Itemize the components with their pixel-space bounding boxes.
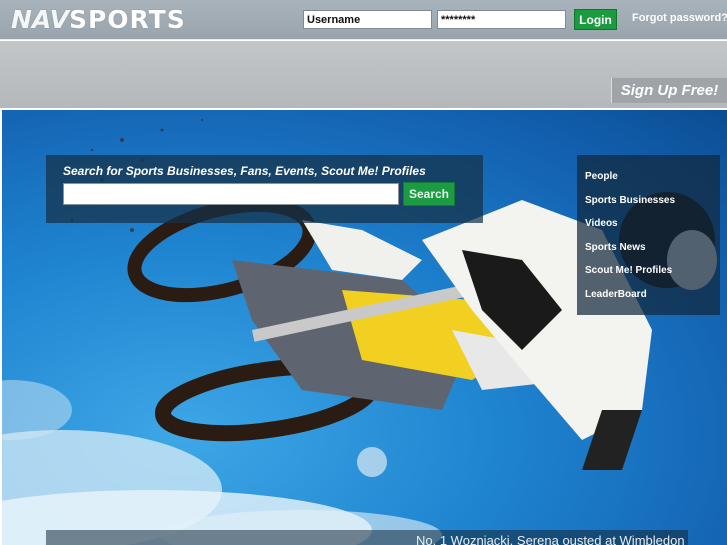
forgot-password-link[interactable]: Forgot password? (632, 12, 727, 24)
logo-sports-text: SPORTS (68, 5, 186, 34)
search-input[interactable] (63, 183, 399, 205)
navsports-logo[interactable]: NAVSPORTS (11, 6, 186, 34)
search-panel: Search for Sports Businesses, Fans, Even… (46, 155, 483, 223)
nav-item-sports-businesses[interactable]: Sports Businesses (577, 195, 720, 219)
ad-banner: Sign Up Free! (0, 41, 727, 108)
search-button[interactable]: Search (403, 182, 455, 206)
news-ticker[interactable]: No. 1 Wozniacki, Serena ousted at Wimble… (46, 530, 688, 545)
category-nav: People Sports Businesses Videos Sports N… (577, 155, 720, 315)
nav-item-people[interactable]: People (577, 171, 720, 195)
ticker-headline[interactable]: No. 1 Wozniacki, Serena ousted at Wimble… (416, 533, 685, 545)
signup-button[interactable]: Sign Up Free! (611, 78, 727, 103)
search-title: Search for Sports Businesses, Fans, Even… (63, 164, 426, 178)
login-button[interactable]: Login (574, 9, 617, 30)
logo-nav-text: NAV (11, 5, 69, 34)
hero-image: Search for Sports Businesses, Fans, Even… (2, 110, 727, 545)
nav-item-sports-news[interactable]: Sports News (577, 242, 720, 266)
nav-item-leaderboard[interactable]: LeaderBoard (577, 289, 720, 313)
nav-item-videos[interactable]: Videos (577, 218, 720, 242)
top-header: NAVSPORTS Login Forgot password? (0, 0, 727, 40)
password-input[interactable] (437, 10, 566, 29)
username-input[interactable] (303, 10, 432, 29)
nav-item-scout-me-profiles[interactable]: Scout Me! Profiles (577, 265, 720, 289)
